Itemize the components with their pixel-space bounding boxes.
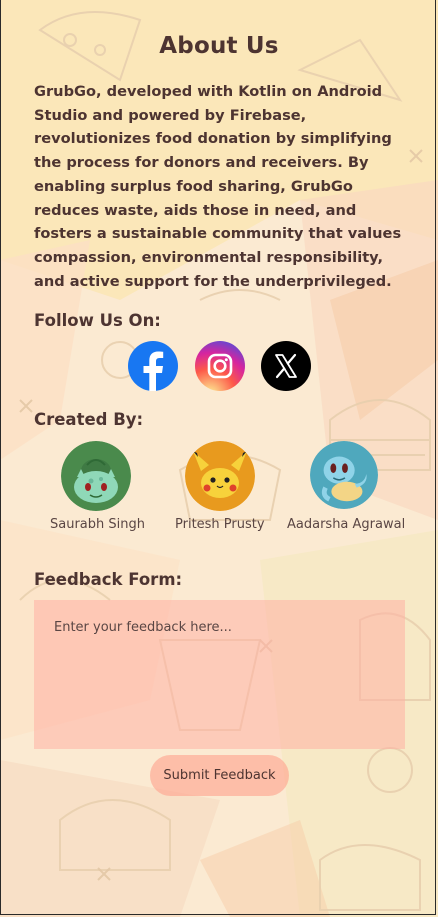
- facebook-link[interactable]: [128, 341, 178, 391]
- avatar-saurabh[interactable]: [61, 441, 131, 511]
- instagram-icon: [207, 353, 233, 379]
- creator-name: Aadarsha Agrawal: [287, 517, 406, 532]
- feedback-heading: Feedback Form:: [34, 570, 183, 589]
- creator-name: Saurabh Singh: [50, 517, 145, 532]
- instagram-link[interactable]: [195, 341, 245, 391]
- avatar-pritesh[interactable]: [185, 441, 255, 511]
- follow-heading: Follow Us On:: [34, 311, 161, 330]
- feedback-input[interactable]: [34, 600, 405, 749]
- pikachu-avatar-icon: [185, 441, 255, 511]
- facebook-icon: [143, 351, 164, 391]
- x-link[interactable]: [261, 341, 311, 391]
- bulbasaur-avatar-icon: [61, 441, 131, 511]
- page-title: About Us: [159, 33, 279, 59]
- x-icon: [275, 353, 297, 379]
- about-page: About Us GrubGo, developed with Kotlin o…: [0, 0, 438, 917]
- submit-feedback-button[interactable]: Submit Feedback: [150, 755, 289, 796]
- squirtle-avatar-icon: [310, 441, 378, 509]
- creator-name: Pritesh Prusty: [175, 517, 265, 532]
- avatar-aadarsha[interactable]: [310, 441, 378, 509]
- created-by-heading: Created By:: [34, 410, 144, 429]
- about-description: GrubGo, developed with Kotlin on Android…: [34, 83, 402, 290]
